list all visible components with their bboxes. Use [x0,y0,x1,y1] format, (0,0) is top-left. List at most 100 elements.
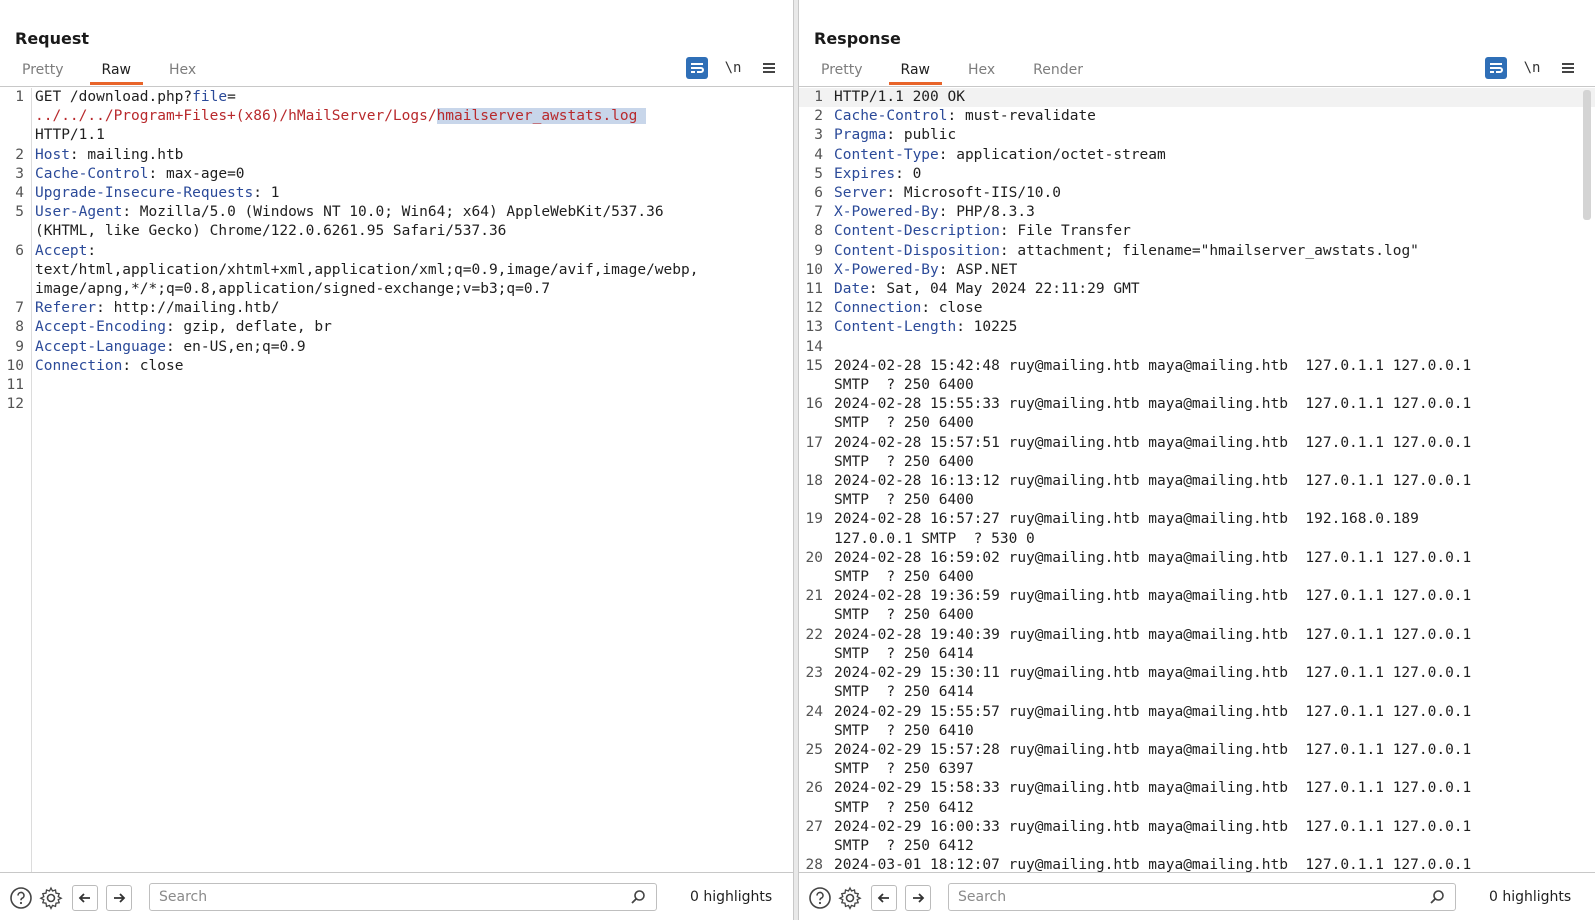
request-settings-button[interactable] [38,885,64,911]
header-name: Server [834,185,887,202]
response-line: 8 Content-Description: File Transfer [799,222,1595,241]
line-number: 12 [6,396,24,413]
request-help-button[interactable] [8,885,34,911]
header-name: Accept [35,242,88,259]
code-text: 2024-02-28 19:36:59 ruy@mailing.htb maya… [834,588,1472,624]
line-content: Expires: 0 [825,165,1595,184]
line-content: X-Powered-By: PHP/8.3.3 [825,203,1595,222]
help-icon [809,887,831,909]
code-text: : 0 [895,165,922,182]
request-line: 5 User-Agent: Mozilla/5.0 (Windows NT 10.… [0,203,793,241]
request-tab-pretty[interactable]: Pretty [10,58,76,85]
line-content: Cache-Control: must-revalidate [825,107,1595,126]
header-name: file [192,89,228,105]
line-number: 26 [805,780,823,797]
code-text: hmailserver_awstats.log [436,108,647,125]
header-name: Date [834,281,869,298]
code-text: = [227,89,236,105]
line-content: Server: Microsoft-IIS/10.0 [825,184,1595,203]
code-text: 2024-02-29 15:55:57 ruy@mailing.htb maya… [834,703,1472,739]
line-content [26,376,793,395]
request-title: Request [15,29,90,48]
line-number: 10 [805,261,823,278]
line-number: 21 [805,588,823,605]
response-help-button[interactable] [807,885,833,911]
response-word-wrap-button[interactable] [1485,57,1507,79]
code-text: : must-revalidate [947,108,1096,125]
request-search-box [149,883,657,911]
response-line: 15 2024-02-28 15:42:48 ruy@mailing.htb ma… [799,357,1595,395]
line-content: 2024-02-28 16:59:02 ruy@mailing.htb maya… [825,549,1595,587]
line-number: 12 [805,300,823,317]
response-show-newlines-button[interactable]: \n [1521,57,1543,79]
code-text: : 1 [253,185,280,202]
request-search-input[interactable] [150,884,656,910]
response-line: 21 2024-02-28 19:36:59 ruy@mailing.htb ma… [799,587,1595,625]
line-content: 2024-02-28 16:13:12 ruy@mailing.htb maya… [825,472,1595,510]
header-name: Cache-Control [834,108,948,125]
request-line: 11 [0,376,793,395]
hamburger-menu-icon [1562,63,1574,73]
code-text: 2024-02-28 15:42:48 ruy@mailing.htb maya… [834,357,1472,394]
response-back-button[interactable] [871,885,897,911]
line-content: 2024-02-29 16:00:33 ruy@mailing.htb maya… [825,818,1595,856]
response-tab-raw[interactable]: Raw [888,58,943,85]
line-content: Date: Sat, 04 May 2024 22:11:29 GMT [825,280,1595,299]
response-tab-render[interactable]: Render [1021,58,1095,85]
line-content: Content-Type: application/octet-stream [825,146,1595,165]
response-line: 3 Pragma: public [799,126,1595,145]
response-tab-hex[interactable]: Hex [956,58,1007,85]
line-number: 13 [805,319,823,336]
line-number: 27 [805,818,823,835]
request-tab-raw[interactable]: Raw [89,58,144,85]
line-content: Host: mailing.htb [26,146,793,165]
line-content: 2024-02-28 15:42:48 ruy@mailing.htb maya… [825,357,1595,395]
response-search-input[interactable] [949,884,1455,910]
line-content [825,338,1595,357]
response-settings-button[interactable] [837,885,863,911]
response-line: 7 X-Powered-By: PHP/8.3.3 [799,203,1595,222]
line-content [26,395,793,414]
code-text: 2024-02-28 16:59:02 ruy@mailing.htb maya… [834,549,1472,586]
code-text: : http://mailing.htb/ [96,300,280,317]
request-back-button[interactable] [72,885,98,911]
response-tab-pretty[interactable]: Pretty [809,58,875,85]
help-icon [10,887,32,909]
code-text: : max-age=0 [148,165,245,182]
request-menu-button[interactable] [758,57,780,79]
word-wrap-icon [691,63,704,73]
line-content: Connection: close [26,357,793,376]
request-line: 6 Accept: text/html,application/xhtml+xml… [0,242,793,300]
request-line: 4 Upgrade-Insecure-Requests: 1 [0,184,793,203]
response-line: 10 X-Powered-By: ASP.NET [799,261,1595,280]
header-name: Cache-Control [35,165,149,182]
response-line: 12 Connection: close [799,299,1595,318]
line-number: 7 [814,204,823,221]
line-number: 18 [805,473,823,490]
line-content: X-Powered-By: ASP.NET [825,261,1595,280]
line-content: Connection: close [825,299,1595,318]
line-number: 9 [814,242,823,259]
response-line: 27 2024-02-29 16:00:33 ruy@mailing.htb ma… [799,818,1595,856]
response-line: 11 Date: Sat, 04 May 2024 22:11:29 GMT [799,280,1595,299]
response-scrollbar[interactable] [1583,90,1591,220]
header-name: Accept-Language [35,338,166,355]
code-text: HTTP/1.1 [35,127,105,144]
response-forward-button[interactable] [905,885,931,911]
header-name: Content-Disposition [834,242,1000,259]
response-footer: 0 highlights [799,872,1595,920]
line-number: 6 [15,242,24,259]
request-tab-hex[interactable]: Hex [157,58,208,85]
response-menu-button[interactable] [1557,57,1579,79]
request-show-newlines-button[interactable]: \n [722,57,744,79]
request-editor[interactable]: 1 GET /download.php?file= ../../../Progra… [0,88,793,872]
request-forward-button[interactable] [106,885,132,911]
line-content: 2024-02-29 15:57:28 ruy@mailing.htb maya… [825,741,1595,779]
request-word-wrap-button[interactable] [686,57,708,79]
response-editor[interactable]: 1 HTTP/1.1 200 OK 2 Cache-Control: must-rev… [799,88,1595,872]
response-line: 19 2024-02-28 16:57:27 ruy@mailing.htb ma… [799,510,1595,548]
code-text: : gzip, deflate, br [165,319,332,336]
request-line: 8 Accept-Encoding: gzip, deflate, br [0,318,793,337]
line-content: Content-Disposition: attachment; filenam… [825,242,1595,261]
line-number: 2 [814,108,823,125]
